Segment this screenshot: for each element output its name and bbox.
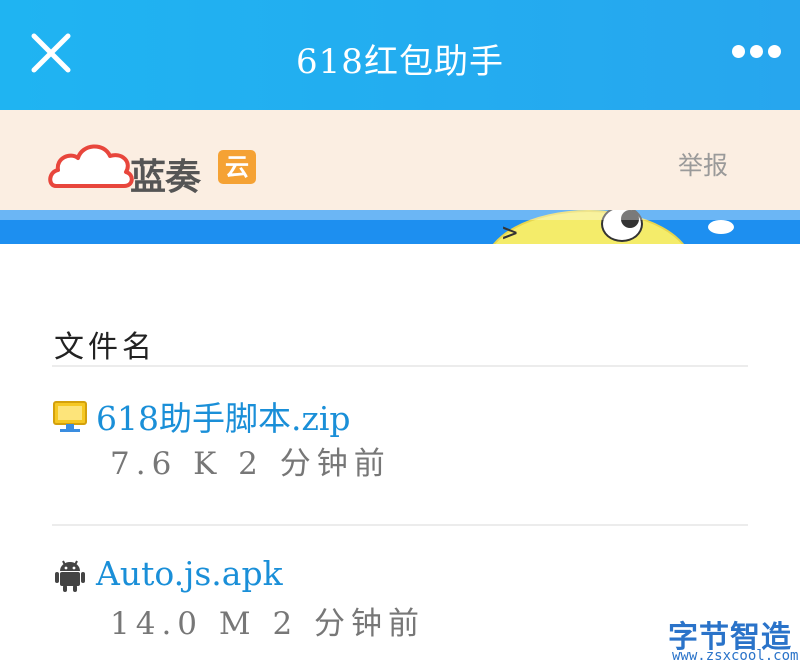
file-meta: 7.6 K 2 分钟前: [110, 446, 391, 482]
bubble-decoration: [708, 220, 734, 234]
file-name-link[interactable]: Auto.js.apk: [96, 554, 283, 593]
header-divider: [52, 365, 748, 367]
file-name-link[interactable]: 618助手脚本.zip: [96, 392, 351, 440]
file-name-column-header: 文件名: [54, 330, 156, 365]
page-title: 618红包助手: [296, 42, 504, 82]
banner: >: [0, 210, 800, 244]
top-nav-bar: 618红包助手: [0, 0, 800, 110]
file-row[interactable]: Auto.js.apk 14.0 M 2 分钟前: [52, 550, 748, 660]
more-options-icon[interactable]: [732, 45, 782, 61]
android-icon: [55, 560, 85, 592]
monitor-icon: [53, 401, 87, 432]
file-row[interactable]: 618助手脚本.zip 7.6 K 2 分钟前: [52, 390, 748, 500]
file-meta: 14.0 M 2 分钟前: [110, 606, 426, 642]
report-link[interactable]: 举报: [678, 146, 728, 182]
watermark-url: www.zsxcool.com: [672, 648, 799, 664]
logo-text: 蓝奏: [130, 157, 201, 198]
logo-badge: 云: [218, 150, 256, 184]
watermark: 字节智造 www.zsxcool.com: [660, 612, 800, 665]
row-divider: [52, 524, 748, 526]
